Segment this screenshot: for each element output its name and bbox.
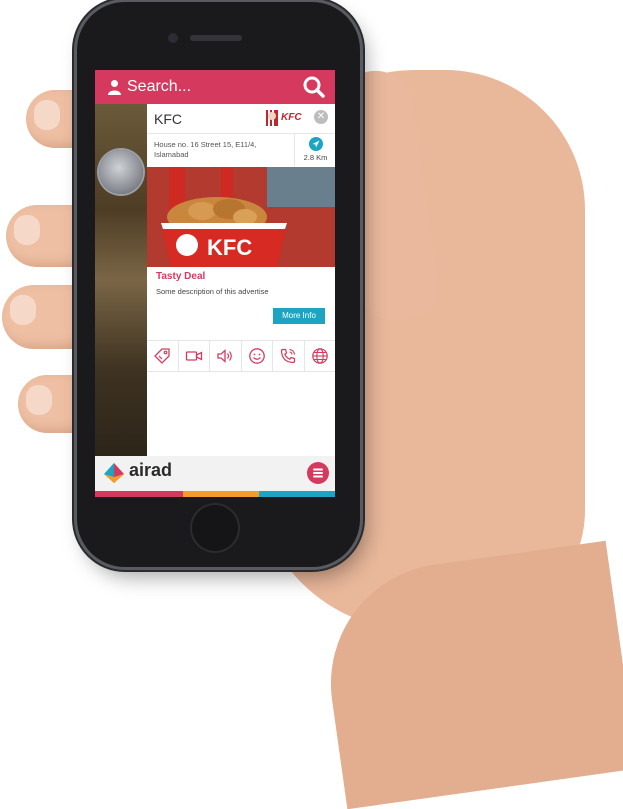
search-input[interactable]: Search...: [127, 78, 191, 96]
address-row: House no. 16 Street 15, E11/4, Islamabad…: [147, 133, 335, 169]
earpiece-speaker: [190, 35, 242, 41]
kfc-logo-text: KFC: [281, 112, 302, 123]
bucket-kfc-text: KFC: [207, 235, 252, 260]
listing-address: House no. 16 Street 15, E11/4, Islamabad: [154, 140, 257, 159]
action-call[interactable]: [273, 341, 305, 371]
search-bar[interactable]: Search...: [95, 70, 335, 104]
action-feedback[interactable]: [242, 341, 273, 371]
background-photo-strip: [95, 104, 147, 456]
front-camera: [168, 33, 178, 43]
tag-icon[interactable]: [153, 347, 171, 365]
search-icon[interactable]: [302, 76, 326, 98]
fried-chicken-bucket-image: KFC: [147, 167, 335, 267]
video-icon[interactable]: [185, 347, 203, 365]
more-info-button[interactable]: More Info: [273, 308, 325, 324]
globe-icon[interactable]: [311, 347, 329, 365]
dial-image: [99, 150, 143, 194]
action-icons-row: [147, 340, 335, 372]
deal-title: Tasty Deal: [156, 271, 206, 282]
action-tag[interactable]: [147, 341, 179, 371]
smile-icon[interactable]: [248, 347, 266, 365]
navigation-icon[interactable]: [309, 137, 323, 151]
distance-box[interactable]: 2.8 Km: [294, 134, 335, 168]
stripe-blue: [259, 491, 335, 497]
phone-icon[interactable]: [279, 347, 297, 365]
action-website[interactable]: [305, 341, 336, 371]
action-video[interactable]: [179, 341, 210, 371]
hamburger-icon[interactable]: [307, 462, 329, 484]
user-icon[interactable]: [108, 79, 121, 95]
deal-description: Some description of this advertise: [156, 287, 269, 296]
phone-screen: Search... KFC KFC ✕ House no. 16 Street …: [95, 70, 335, 497]
speaker-icon[interactable]: [216, 347, 234, 365]
home-button[interactable]: [192, 505, 238, 551]
listing-distance: 2.8 Km: [303, 153, 328, 162]
action-sound[interactable]: [210, 341, 242, 371]
app-logo-text: airad: [129, 460, 173, 480]
kfc-logo: KFC: [266, 110, 302, 126]
airad-logo-icon: [104, 463, 124, 483]
deal-photo[interactable]: KFC: [147, 167, 335, 267]
bottom-bar: airad: [95, 456, 335, 491]
close-button[interactable]: ✕: [314, 110, 328, 124]
listing-title: KFC: [154, 111, 182, 127]
stripe-pink: [95, 491, 183, 497]
listing-card: KFC KFC ✕ House no. 16 Street 15, E11/4,…: [147, 104, 335, 456]
menu-button[interactable]: [307, 462, 329, 484]
stripe-orange: [183, 491, 259, 497]
